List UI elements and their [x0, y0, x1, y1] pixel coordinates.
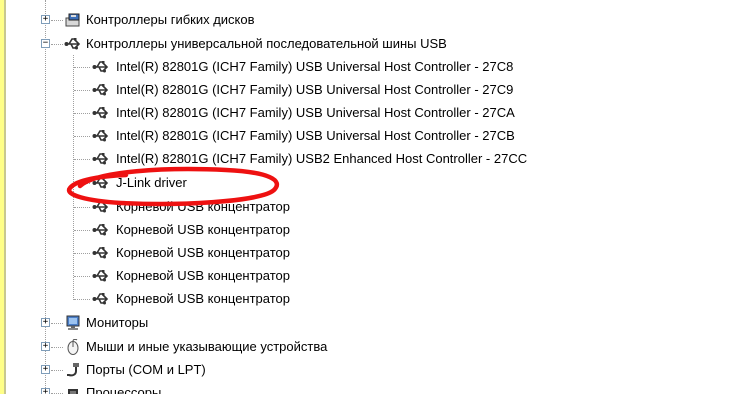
red-annotation-circle — [66, 166, 280, 207]
device-manager-tree: + Контроллеры гибких дисков − Контроллер… — [4, 0, 740, 394]
